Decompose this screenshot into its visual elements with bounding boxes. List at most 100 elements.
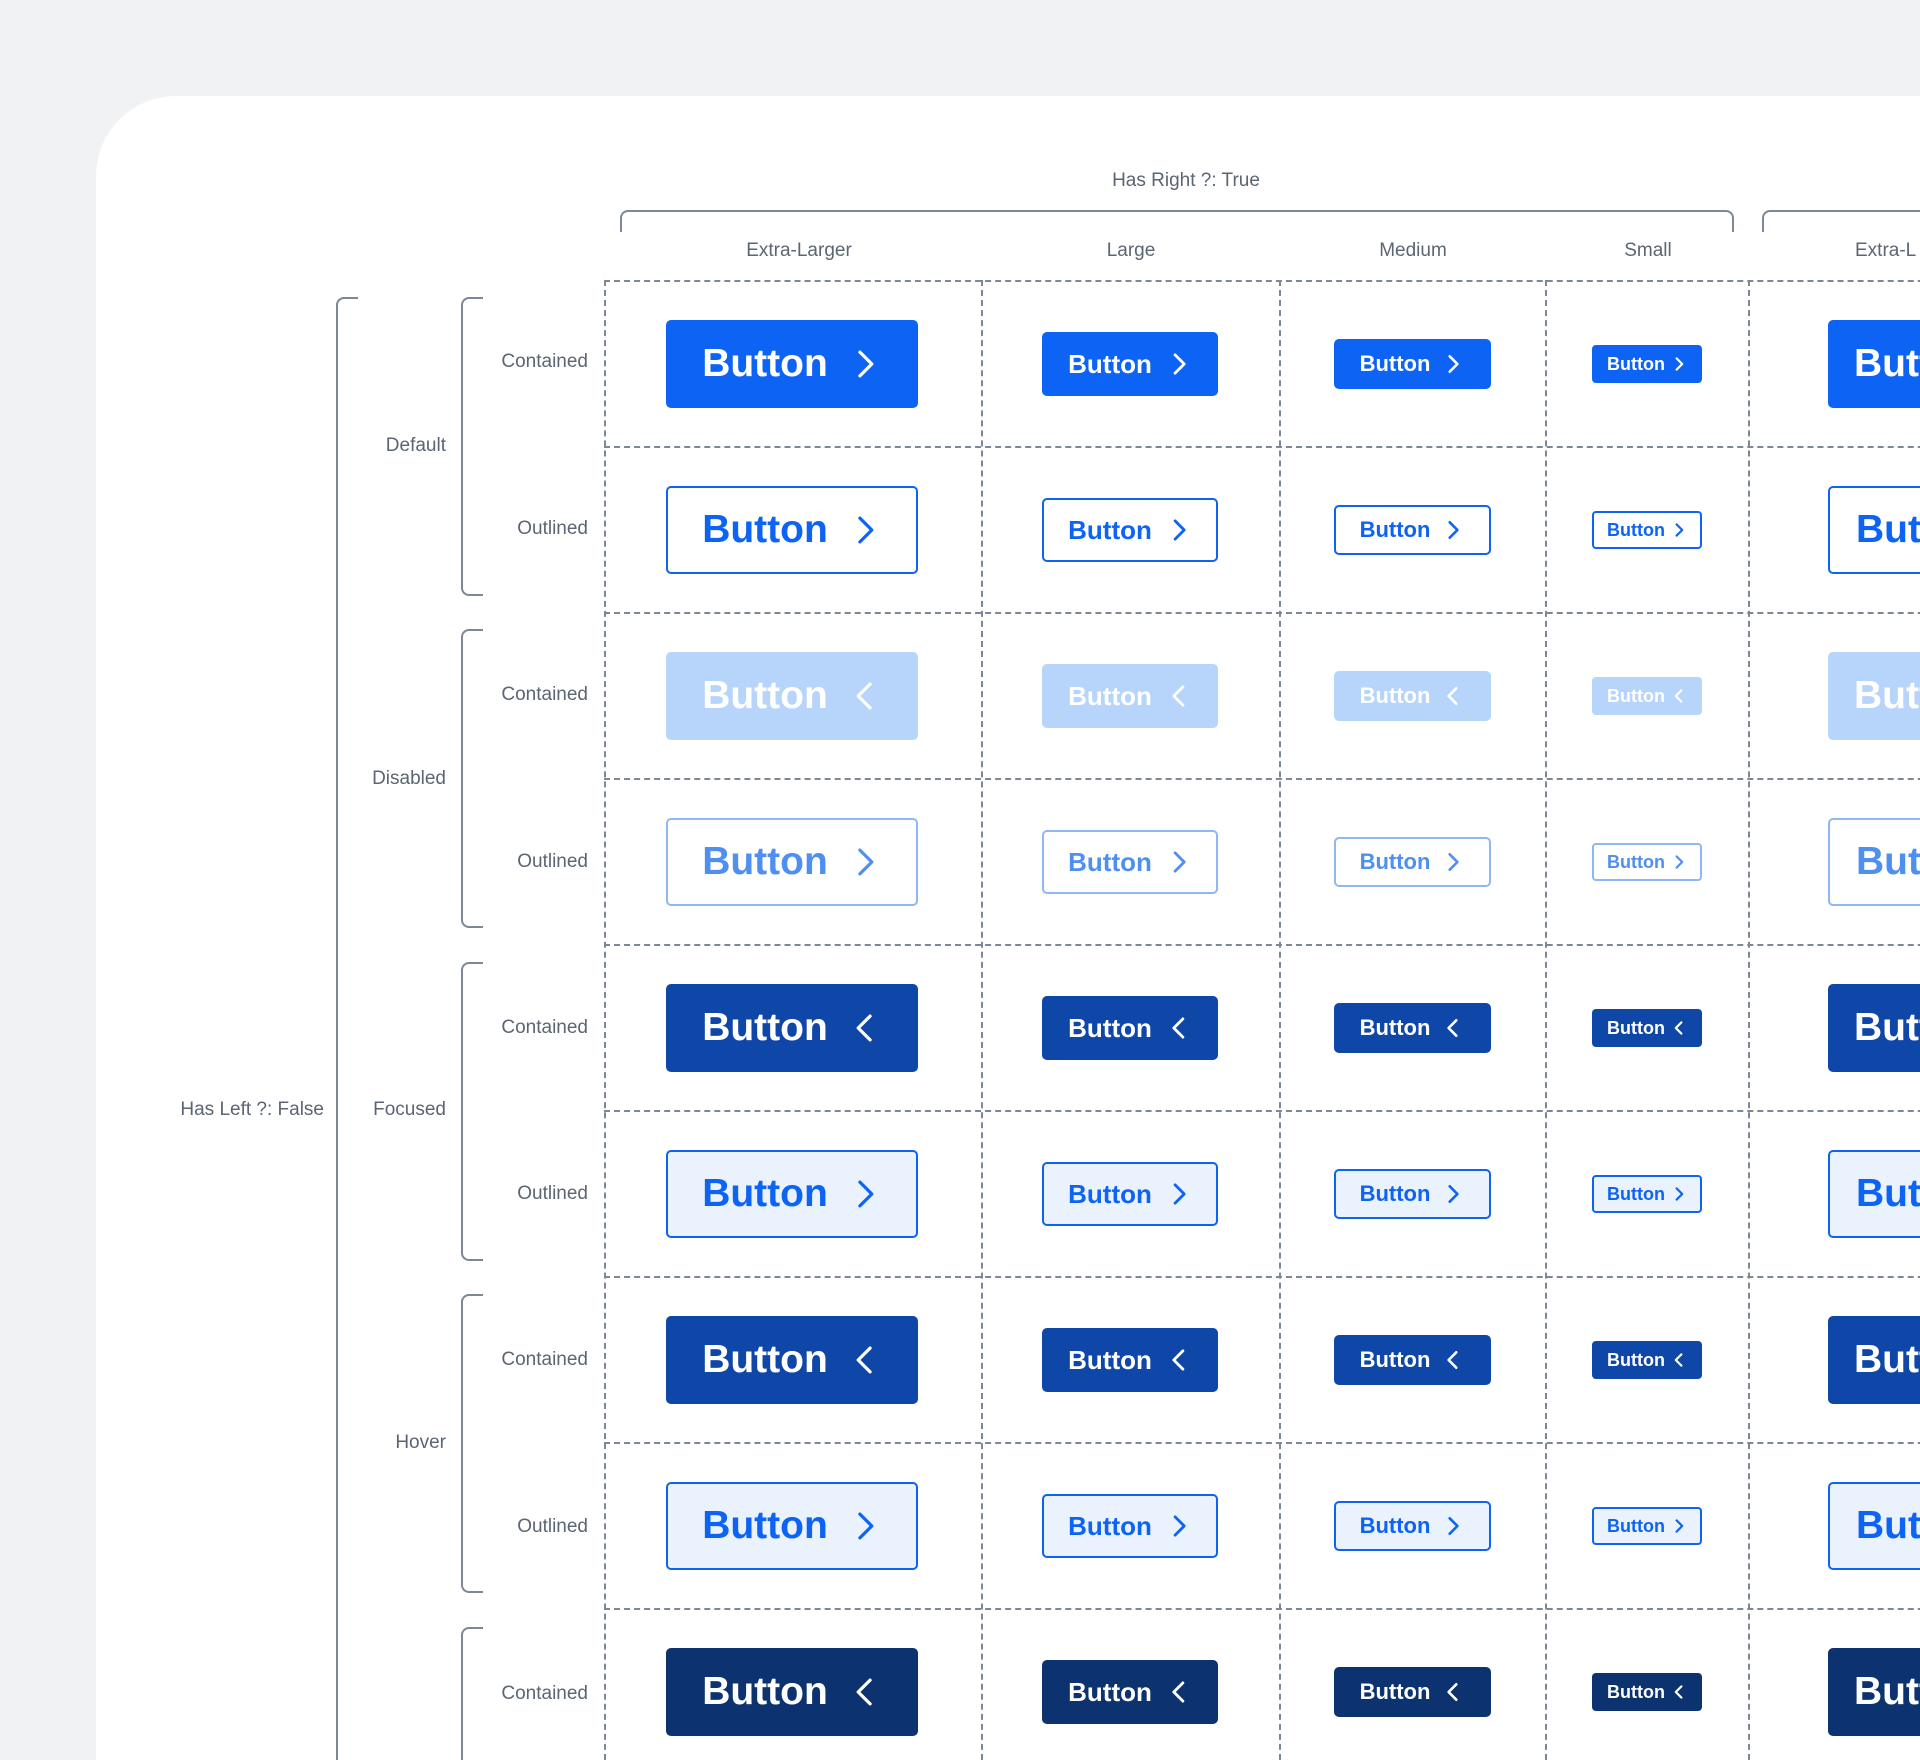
column-header-extra-larger: Extra-Larger bbox=[746, 240, 852, 261]
chevron-right-icon bbox=[848, 1177, 882, 1211]
button-label: Button bbox=[1068, 1510, 1152, 1541]
button-hover-contained-xl[interactable]: Button bbox=[666, 1316, 918, 1404]
button-label: Button bbox=[702, 342, 828, 385]
button-hover-contained-md[interactable]: Button bbox=[1333, 1335, 1491, 1385]
button-disabled-outlined-sm[interactable]: Button bbox=[1592, 843, 1702, 881]
variant-label-outlined: Outlined bbox=[517, 1183, 588, 1204]
button-hover-outlined-lg[interactable]: Button bbox=[1042, 1494, 1218, 1558]
chevron-right-icon bbox=[1442, 1515, 1464, 1537]
button-pressed-contained-xl[interactable]: Button bbox=[666, 1648, 918, 1736]
button-disabled-contained-lg[interactable]: Button bbox=[1042, 664, 1218, 728]
has-right-label: Has Right ?: True bbox=[1112, 170, 1260, 191]
chevron-left-icon bbox=[1442, 1681, 1464, 1703]
button-hover-outlined-xl[interactable]: Button bbox=[666, 1482, 918, 1570]
chevron-left-icon bbox=[1671, 1352, 1687, 1368]
button-label: Button bbox=[1359, 1015, 1431, 1040]
button-default-contained-md[interactable]: Button bbox=[1333, 339, 1491, 389]
chevron-right-icon bbox=[1671, 1518, 1687, 1534]
chevron-right-icon bbox=[848, 513, 882, 547]
button-label: Button bbox=[1068, 1012, 1152, 1043]
state-bracket-disabled bbox=[461, 629, 483, 928]
button-focused-contained-xl[interactable]: Button bbox=[666, 984, 918, 1072]
button-pressed-contained-lg[interactable]: Button bbox=[1042, 1660, 1218, 1724]
button-focused-outlined-md[interactable]: Button bbox=[1333, 1169, 1491, 1219]
chevron-right-icon bbox=[1166, 1181, 1192, 1207]
grid-divider-vertical bbox=[1545, 280, 1547, 1760]
button-label: Butt bbox=[1856, 1172, 1920, 1215]
button-label: Button bbox=[1068, 1178, 1152, 1209]
button-focused-outlined-xl[interactable]: Button bbox=[666, 1150, 918, 1238]
button-label: Button bbox=[702, 1670, 828, 1713]
button-focused-outlined-lg[interactable]: Button bbox=[1042, 1162, 1218, 1226]
variant-label-outlined: Outlined bbox=[517, 518, 588, 539]
button-disabled-contained-sm[interactable]: Button bbox=[1592, 677, 1702, 715]
button-default-outlined-xl-next[interactable]: Butt bbox=[1828, 486, 1920, 574]
button-focused-contained-xl-next[interactable]: Butt bbox=[1828, 984, 1920, 1072]
chevron-right-icon bbox=[1671, 854, 1687, 870]
grid-divider-horizontal bbox=[604, 1110, 1920, 1112]
button-hover-contained-xl-next[interactable]: Butt bbox=[1828, 1316, 1920, 1404]
button-hover-contained-lg[interactable]: Button bbox=[1042, 1328, 1218, 1392]
button-disabled-outlined-md[interactable]: Button bbox=[1333, 837, 1491, 887]
button-hover-outlined-sm[interactable]: Button bbox=[1592, 1507, 1702, 1545]
chevron-left-icon bbox=[1442, 1349, 1464, 1371]
button-default-outlined-lg[interactable]: Button bbox=[1042, 498, 1218, 562]
button-disabled-outlined-lg[interactable]: Button bbox=[1042, 830, 1218, 894]
button-default-contained-sm[interactable]: Button bbox=[1592, 345, 1702, 383]
grid-divider-vertical bbox=[1748, 280, 1750, 1760]
button-default-contained-xl-next[interactable]: Butt bbox=[1828, 320, 1920, 408]
button-label: Butt bbox=[1856, 1504, 1920, 1547]
button-label: Button bbox=[1068, 846, 1152, 877]
variant-label-contained: Contained bbox=[501, 1349, 588, 1370]
button-hover-outlined-md[interactable]: Button bbox=[1333, 1501, 1491, 1551]
button-disabled-outlined-xl-next[interactable]: Butt bbox=[1828, 818, 1920, 906]
button-disabled-contained-md[interactable]: Button bbox=[1333, 671, 1491, 721]
variant-label-outlined: Outlined bbox=[517, 851, 588, 872]
column-header-medium: Medium bbox=[1379, 240, 1447, 261]
state-label-default: Default bbox=[385, 435, 446, 456]
button-label: Button bbox=[1359, 1513, 1431, 1538]
button-label: Butt bbox=[1854, 342, 1920, 385]
button-label: Button bbox=[1068, 514, 1152, 545]
state-label-disabled: Disabled bbox=[372, 768, 446, 789]
grid-divider-vertical bbox=[1279, 280, 1281, 1760]
button-default-contained-xl[interactable]: Button bbox=[666, 320, 918, 408]
has-right-bracket-next bbox=[1762, 210, 1920, 232]
variant-label-contained: Contained bbox=[501, 1683, 588, 1704]
button-hover-outlined-xl-next[interactable]: Butt bbox=[1828, 1482, 1920, 1570]
button-focused-outlined-xl-next[interactable]: Butt bbox=[1828, 1150, 1920, 1238]
button-focused-contained-lg[interactable]: Button bbox=[1042, 996, 1218, 1060]
button-disabled-contained-xl-next[interactable]: Butt bbox=[1828, 652, 1920, 740]
button-label: Button bbox=[1607, 851, 1665, 872]
button-disabled-contained-xl[interactable]: Button bbox=[666, 652, 918, 740]
column-header-small: Small bbox=[1624, 240, 1672, 261]
button-default-outlined-xl[interactable]: Button bbox=[666, 486, 918, 574]
button-default-contained-lg[interactable]: Button bbox=[1042, 332, 1218, 396]
button-label: Button bbox=[1607, 685, 1665, 706]
button-default-outlined-sm[interactable]: Button bbox=[1592, 511, 1702, 549]
button-disabled-outlined-xl[interactable]: Button bbox=[666, 818, 918, 906]
chevron-left-icon bbox=[1671, 1684, 1687, 1700]
button-pressed-contained-xl-next[interactable]: Butt bbox=[1828, 1648, 1920, 1736]
chevron-right-icon bbox=[1671, 356, 1687, 372]
button-hover-contained-sm[interactable]: Button bbox=[1592, 1341, 1702, 1379]
button-label: Button bbox=[1359, 1679, 1431, 1704]
grid-divider-horizontal bbox=[604, 1276, 1920, 1278]
button-label: Button bbox=[1607, 519, 1665, 540]
state-label-hover: Hover bbox=[395, 1432, 446, 1453]
state-bracket-hover bbox=[461, 1294, 483, 1593]
button-pressed-contained-md[interactable]: Button bbox=[1333, 1667, 1491, 1717]
chevron-left-icon bbox=[848, 679, 882, 713]
chevron-right-icon bbox=[1166, 517, 1192, 543]
grid-divider-horizontal bbox=[604, 778, 1920, 780]
button-focused-outlined-sm[interactable]: Button bbox=[1592, 1175, 1702, 1213]
chevron-left-icon bbox=[848, 1343, 882, 1377]
button-focused-contained-md[interactable]: Button bbox=[1333, 1003, 1491, 1053]
button-default-outlined-md[interactable]: Button bbox=[1333, 505, 1491, 555]
state-bracket-default bbox=[461, 297, 483, 596]
grid-divider-horizontal bbox=[604, 944, 1920, 946]
button-pressed-contained-sm[interactable]: Button bbox=[1592, 1673, 1702, 1711]
grid-divider-vertical bbox=[604, 280, 606, 1760]
button-label: Button bbox=[1607, 1183, 1665, 1204]
button-focused-contained-sm[interactable]: Button bbox=[1592, 1009, 1702, 1047]
